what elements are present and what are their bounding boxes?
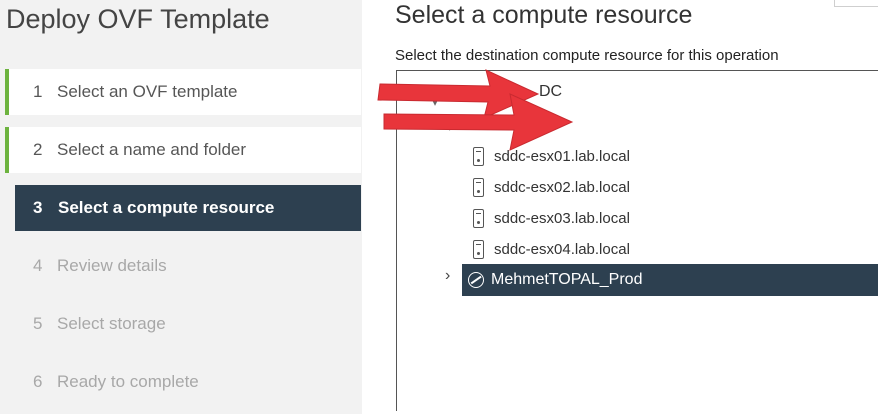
arrow-annotation-bottom bbox=[383, 93, 574, 151]
annotation-arrows bbox=[377, 69, 574, 151]
